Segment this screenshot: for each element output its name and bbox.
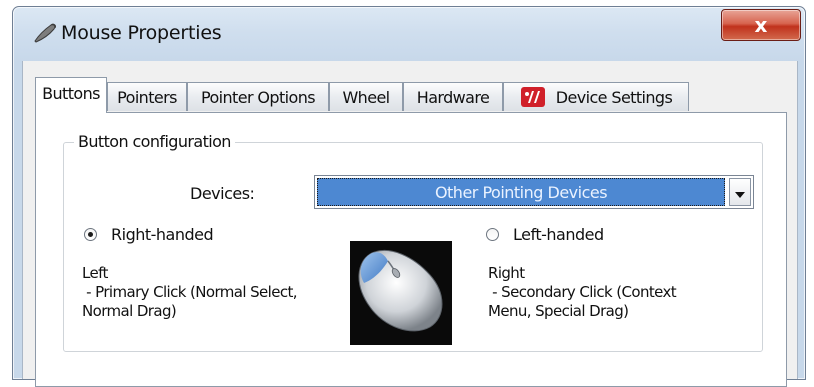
radio-selected-icon — [84, 228, 97, 241]
tab-wheel[interactable]: Wheel — [329, 82, 403, 111]
devices-selected-value: Other Pointing Devices — [317, 178, 725, 206]
right-button-title: Right — [488, 264, 525, 282]
right-button-line-2: Menu, Special Drag) — [488, 302, 629, 320]
mouse-properties-window: Mouse Properties x Buttons Pointers Poin… — [12, 6, 806, 387]
right-button-line-1: - Secondary Click (Context — [488, 283, 677, 301]
tab-label: Pointer Options — [201, 87, 316, 107]
radio-unselected-icon — [486, 228, 499, 241]
close-icon: x — [754, 13, 768, 37]
button-configuration-group: Button configuration Devices: Other Poin… — [63, 132, 763, 352]
tab-hardware[interactable]: Hardware — [403, 82, 503, 111]
group-label: Button configuration — [74, 132, 235, 151]
right-handed-label: Right-handed — [111, 225, 214, 244]
mouse-app-icon — [31, 21, 59, 45]
left-handed-label: Left-handed — [513, 225, 604, 244]
tab-device-settings[interactable]: Device Settings — [503, 82, 689, 111]
buttons-tab-panel: Button configuration Devices: Other Poin… — [35, 112, 787, 387]
right-button-description: Right - Secondary Click (Context Menu, S… — [488, 264, 677, 321]
tab-label: Pointers — [117, 87, 177, 107]
left-button-line-2: Normal Drag) — [82, 302, 177, 320]
tab-buttons[interactable]: Buttons — [35, 77, 107, 113]
mouse-image — [350, 241, 452, 345]
tab-strip: Buttons Pointers Pointer Options Wheel H… — [35, 77, 775, 113]
title-bar[interactable]: Mouse Properties x — [13, 7, 805, 61]
left-handed-radio[interactable]: Left-handed — [486, 225, 604, 244]
left-button-line-1: - Primary Click (Normal Select, — [82, 283, 297, 301]
left-button-description: Left - Primary Click (Normal Select, Nor… — [82, 264, 298, 321]
tab-label: Device Settings — [555, 87, 673, 107]
devices-dropdown[interactable]: Other Pointing Devices — [314, 175, 754, 209]
left-button-title: Left — [82, 264, 108, 282]
tab-pointer-options[interactable]: Pointer Options — [187, 82, 329, 111]
tab-pointers[interactable]: Pointers — [107, 82, 187, 111]
tab-label: Wheel — [342, 87, 390, 107]
dropdown-arrow-button[interactable] — [729, 178, 751, 206]
right-handed-radio[interactable]: Right-handed — [84, 225, 214, 244]
close-button[interactable]: x — [721, 9, 801, 41]
window-title: Mouse Properties — [61, 22, 222, 44]
dialog-client-area: Buttons Pointers Pointer Options Wheel H… — [22, 61, 798, 387]
devices-label: Devices: — [190, 184, 255, 203]
tab-label: Buttons — [42, 84, 100, 103]
device-settings-icon — [520, 86, 546, 108]
chevron-down-icon — [735, 183, 745, 202]
tab-label: Hardware — [416, 87, 490, 107]
